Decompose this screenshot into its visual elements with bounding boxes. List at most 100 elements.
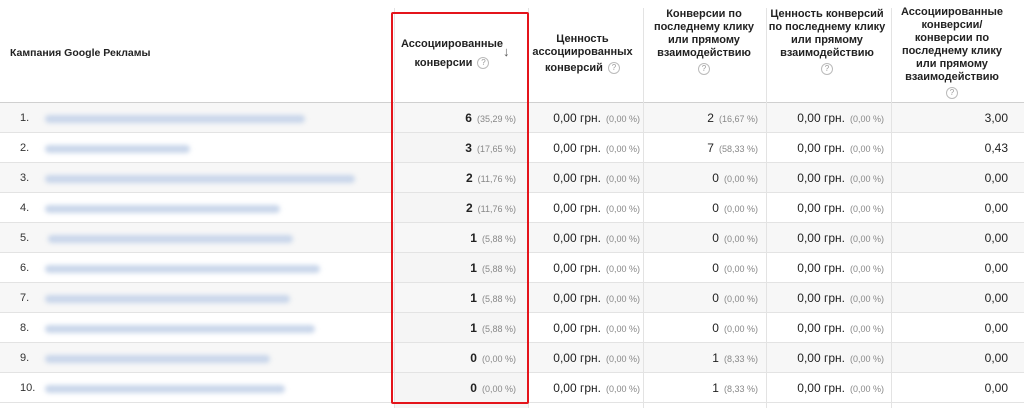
column-header-campaign[interactable]: Кампания Google Рекламы <box>0 0 394 103</box>
last-click-conversions-cell: 0 (0,00 %) <box>645 291 758 305</box>
assisted-conversions-cell-value: 0 <box>470 351 477 365</box>
last-click-value-cell-value: 0,00 грн. <box>797 321 845 335</box>
header-label-line: конверсии/ <box>921 19 983 31</box>
assisted-value-cell: 0,00 грн. (0,00 %) <box>530 291 640 305</box>
column-header-assisted-value[interactable]: Ценность ассоциированных конверсий ? <box>529 0 636 103</box>
ratio-cell: 0,00 <box>893 261 1008 275</box>
last-click-value-cell: 0,00 грн. (0,00 %) <box>768 351 884 365</box>
assisted-value-cell: 0,00 грн. (0,00 %) <box>530 171 640 185</box>
last-click-conversions-cell-value: 0 <box>712 291 719 305</box>
last-click-value-cell-percent: (0,00 %) <box>849 144 884 154</box>
ratio-cell-value: 0,00 <box>984 291 1008 305</box>
last-click-conversions-cell-value: 0 <box>712 321 719 335</box>
ratio-cell: 0,00 <box>893 321 1008 335</box>
table-row[interactable]: 9. 0 (0,00 %) 0,00 грн. (0,00 %) 1 (8,33 %) 0,0… <box>0 343 1024 373</box>
sort-descending-icon[interactable]: ↓ <box>503 44 510 59</box>
last-click-conversions-cell-percent: (8,33 %) <box>723 384 758 394</box>
campaign-link-redacted[interactable] <box>45 145 190 153</box>
header-label-line-with-help: конверсии ? <box>400 57 504 70</box>
help-icon[interactable]: ? <box>477 56 490 69</box>
column-header-campaign-label: Кампания Google Рекламы <box>10 47 151 59</box>
table-row[interactable]: 6. 1 (5,88 %) 0,00 грн. (0,00 %) 0 (0,00 %) 0,0… <box>0 253 1024 283</box>
campaign-link-redacted[interactable] <box>48 235 293 243</box>
column-header-assisted-conversions[interactable]: Ассоциированные конверсии ? <box>394 0 504 103</box>
ratio-cell: 0,00 <box>893 231 1008 245</box>
last-click-conversions-cell-percent: (0,00 %) <box>723 264 758 274</box>
table-row[interactable]: 2. 3 (17,65 %) 0,00 грн. (0,00 %) 7 (58,33 %) 0… <box>0 133 1024 163</box>
row-number: 10. <box>20 382 36 394</box>
last-click-value-cell-percent: (0,00 %) <box>849 264 884 274</box>
row-number: 6. <box>20 262 30 274</box>
last-click-conversions-cell: 1 (8,33 %) <box>645 351 758 365</box>
last-click-value-cell-value: 0,00 грн. <box>797 351 845 365</box>
header-label-line: Ценность <box>556 32 609 45</box>
table-row[interactable]: 8. 1 (5,88 %) 0,00 грн. (0,00 %) 0 (0,00 %) 0,0… <box>0 313 1024 343</box>
table-row[interactable]: 4. 2 (11,76 %) 0,00 грн. (0,00 %) 0 (0,00 %) 0,… <box>0 193 1024 223</box>
assisted-conversions-cell: 0 (0,00 %) <box>398 351 516 365</box>
last-click-conversions-cell-value: 1 <box>712 351 719 365</box>
column-header-ratio[interactable]: Ассоциированные конверсии/ конверсии по … <box>893 0 1011 103</box>
header-label-line: Конверсии по <box>666 8 742 20</box>
assisted-conversions-cell-percent: (0,00 %) <box>481 354 516 364</box>
row-number: 2. <box>20 142 30 154</box>
last-click-conversions-cell: 7 (58,33 %) <box>645 141 758 155</box>
assisted-conversions-cell-value: 2 <box>465 171 473 185</box>
campaign-link-redacted[interactable] <box>45 355 270 363</box>
table-row[interactable]: 5. 1 (5,88 %) 0,00 грн. (0,00 %) 0 (0,00 %) 0,0… <box>0 223 1024 253</box>
row-number: 3. <box>20 172 30 184</box>
header-label-line: Ассоциированные <box>400 37 503 50</box>
column-header-last-click-value[interactable]: Ценность конверсий по последнему клику и… <box>766 0 888 103</box>
table-row[interactable]: 10. 0 (0,00 %) 0,00 грн. (0,00 %) 1 (8,33 %) 0,… <box>0 373 1024 403</box>
campaign-link-redacted[interactable] <box>45 205 280 213</box>
assisted-value-cell: 0,00 грн. (0,00 %) <box>530 111 640 125</box>
assisted-conversions-cell: 0 (0,00 %) <box>398 381 516 395</box>
table-row[interactable]: 7. 1 (5,88 %) 0,00 грн. (0,00 %) 0 (0,00 %) 0,0… <box>0 283 1024 313</box>
last-click-value-cell-percent: (0,00 %) <box>849 294 884 304</box>
last-click-conversions-cell-percent: (8,33 %) <box>723 354 758 364</box>
campaign-link-redacted[interactable] <box>45 325 315 333</box>
column-divider <box>891 8 892 408</box>
help-icon[interactable]: ? <box>607 61 620 74</box>
assisted-conversions-cell-value: 2 <box>465 201 473 215</box>
assisted-conversions-cell-value: 0 <box>470 381 477 395</box>
assisted-value-cell-value: 0,00 грн. <box>553 231 601 245</box>
campaign-link-redacted[interactable] <box>45 115 305 123</box>
last-click-value-cell-percent: (0,00 %) <box>849 174 884 184</box>
ratio-cell: 0,00 <box>893 351 1008 365</box>
column-header-last-click-conversions[interactable]: Конверсии по последнему клику или прямом… <box>643 0 765 103</box>
last-click-conversions-cell: 0 (0,00 %) <box>645 231 758 245</box>
row-number: 7. <box>20 292 30 304</box>
ratio-cell-value: 0,43 <box>984 141 1008 155</box>
ratio-cell: 3,00 <box>893 111 1008 125</box>
last-click-value-cell: 0,00 грн. (0,00 %) <box>768 381 884 395</box>
conversions-table: Кампания Google Рекламы Ассоциированные … <box>0 0 1024 408</box>
table-header: Кампания Google Рекламы Ассоциированные … <box>0 0 1024 103</box>
assisted-conversions-cell: 2 (11,76 %) <box>398 201 516 215</box>
last-click-conversions-cell-percent: (0,00 %) <box>723 294 758 304</box>
assisted-value-cell-value: 0,00 грн. <box>553 201 601 215</box>
help-icon[interactable]: ? <box>946 87 958 99</box>
help-icon[interactable]: ? <box>821 63 833 75</box>
campaign-link-redacted[interactable] <box>45 385 285 393</box>
header-label-line: ассоциированных <box>532 45 633 58</box>
help-icon[interactable]: ? <box>698 63 710 75</box>
campaign-link-redacted[interactable] <box>45 295 290 303</box>
campaign-link-redacted[interactable] <box>45 265 320 273</box>
assisted-value-cell-value: 0,00 грн. <box>553 111 601 125</box>
assisted-conversions-cell: 1 (5,88 %) <box>398 291 516 305</box>
last-click-conversions-cell-percent: (0,00 %) <box>723 174 758 184</box>
campaign-link-redacted[interactable] <box>45 175 355 183</box>
last-click-value-cell: 0,00 грн. (0,00 %) <box>768 141 884 155</box>
assisted-value-cell-percent: (0,00 %) <box>605 354 640 364</box>
ratio-cell-value: 3,00 <box>984 111 1008 125</box>
ratio-cell-value: 0,00 <box>984 231 1008 245</box>
table-row[interactable]: 3. 2 (11,76 %) 0,00 грн. (0,00 %) 0 (0,00 %) 0,… <box>0 163 1024 193</box>
ratio-cell: 0,00 <box>893 201 1008 215</box>
assisted-conversions-cell-percent: (5,88 %) <box>481 234 516 244</box>
table-row[interactable]: 1. 6 (35,29 %) 0,00 грн. (0,00 %) 2 (16,67 %) 0… <box>0 103 1024 133</box>
assisted-value-cell-value: 0,00 грн. <box>553 261 601 275</box>
column-divider <box>643 8 644 408</box>
header-label-line: конверсии по <box>914 32 990 44</box>
header-label-line: Ценность конверсий <box>770 8 884 20</box>
last-click-value-cell: 0,00 грн. (0,00 %) <box>768 201 884 215</box>
